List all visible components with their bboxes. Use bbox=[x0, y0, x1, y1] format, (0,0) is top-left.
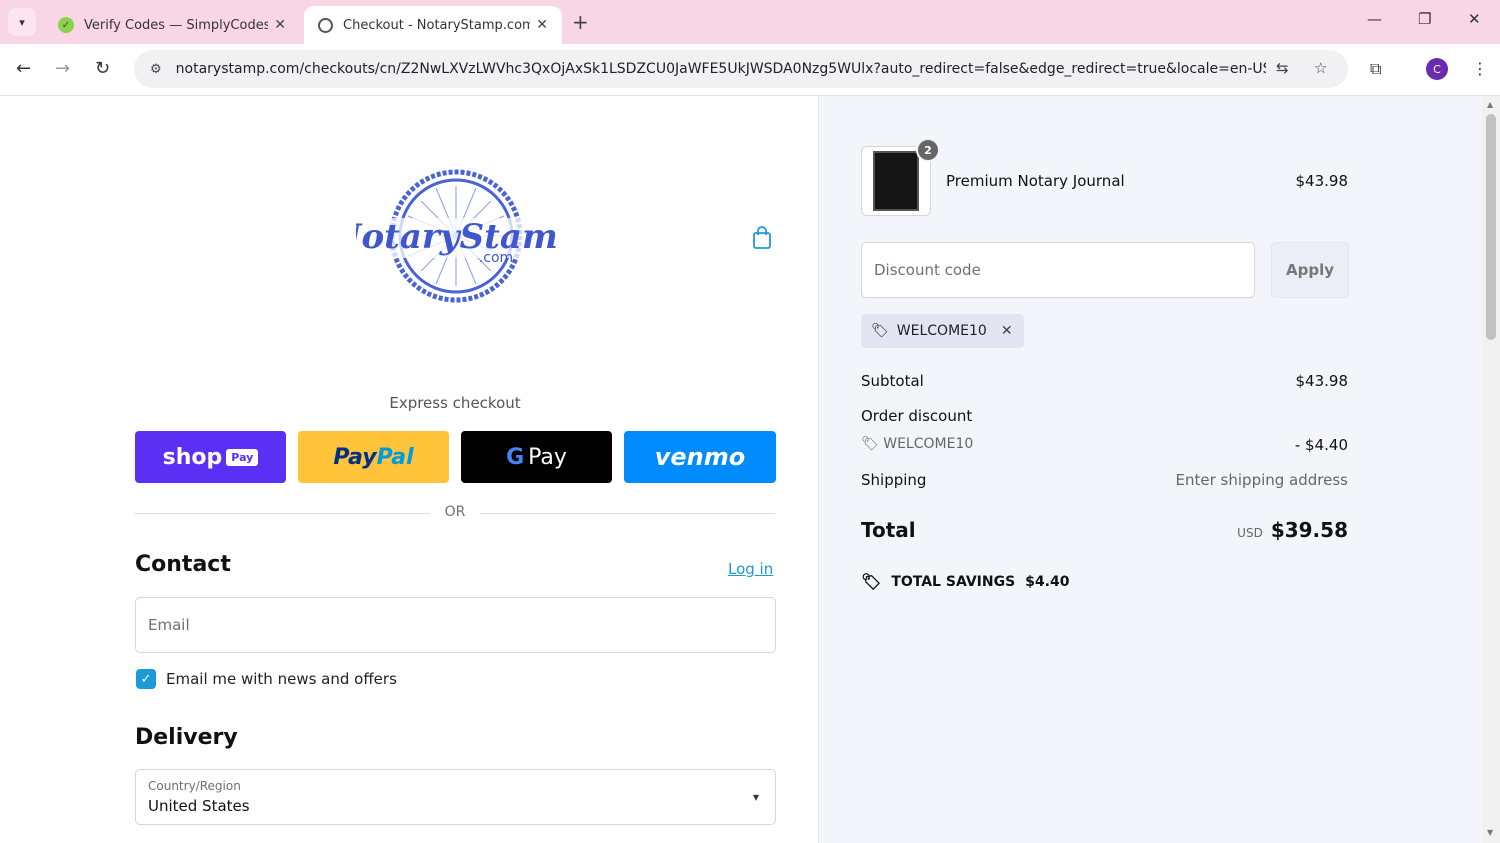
extensions-icon[interactable]: ⧉ bbox=[1370, 59, 1381, 79]
order-summary: 2 Premium Notary Journal $43.98 Discount… bbox=[818, 96, 1482, 843]
applied-discount-chip: 🏷 WELCOME10 ✕ bbox=[861, 314, 1024, 348]
translate-icon[interactable]: ⇆ bbox=[1276, 59, 1289, 77]
scroll-up-icon[interactable]: ▲ bbox=[1487, 100, 1493, 109]
email-placeholder: Email bbox=[148, 616, 190, 634]
total-amount: $39.58 bbox=[1270, 518, 1348, 542]
new-tab-button[interactable]: + bbox=[572, 10, 589, 34]
close-window-button[interactable]: ✕ bbox=[1468, 10, 1481, 28]
simplycodes-favicon-icon: ✓ bbox=[58, 17, 74, 33]
newsletter-label: Email me with news and offers bbox=[166, 670, 397, 688]
shop-pay-button[interactable]: shop Pay bbox=[135, 431, 286, 483]
country-label: Country/Region bbox=[148, 779, 241, 793]
address-bar[interactable]: ⚙ notarystamp.com/checkouts/cn/Z2NwLXVzL… bbox=[134, 50, 1348, 88]
tab-search-button[interactable]: ▾ bbox=[8, 8, 36, 36]
tab-simplycodes[interactable]: ✓ Verify Codes — SimplyCodes ✕ bbox=[44, 6, 300, 44]
email-field[interactable]: Email bbox=[135, 597, 776, 653]
paypal-wordmark-b: Pal bbox=[376, 444, 414, 470]
tab-bar: ▾ ✓ Verify Codes — SimplyCodes ✕ Checkou… bbox=[0, 0, 1500, 44]
scrollbar[interactable]: ▲ ▼ bbox=[1482, 96, 1500, 843]
currency-code: USD bbox=[1237, 526, 1263, 540]
shop-pay-wordmark: shop bbox=[162, 444, 223, 470]
subtotal-label: Subtotal bbox=[861, 372, 924, 390]
country-select[interactable]: Country/Region United States ▾ bbox=[135, 769, 776, 825]
venmo-button[interactable]: venmo bbox=[624, 431, 776, 483]
minimize-button[interactable]: — bbox=[1367, 10, 1382, 28]
total-value: USD $39.58 bbox=[1237, 518, 1348, 542]
close-icon[interactable]: ✕ bbox=[274, 17, 286, 33]
newsletter-row: ✓ Email me with news and offers bbox=[136, 669, 397, 689]
notarystamp-logo[interactable]: NotaryStamp .com bbox=[356, 166, 556, 306]
remove-discount-icon[interactable]: ✕ bbox=[1001, 323, 1013, 339]
shopping-bag-icon[interactable] bbox=[752, 226, 772, 250]
chevron-down-icon: ▾ bbox=[752, 790, 759, 804]
google-g-icon: G bbox=[506, 444, 525, 470]
tab-title: Checkout - NotaryStamp.com bbox=[343, 17, 531, 33]
browser-toolbar: ← → ↻ ⚙ notarystamp.com/checkouts/cn/Z2N… bbox=[0, 44, 1500, 96]
contact-heading: Contact bbox=[135, 552, 231, 577]
menu-icon[interactable]: ⋮ bbox=[1472, 59, 1488, 78]
reload-button[interactable]: ↻ bbox=[95, 58, 110, 79]
site-settings-icon[interactable]: ⚙ bbox=[150, 62, 162, 77]
venmo-wordmark: venmo bbox=[654, 443, 746, 471]
paypal-button[interactable]: Pay Pal bbox=[298, 431, 449, 483]
globe-icon bbox=[318, 17, 333, 33]
forward-button[interactable]: → bbox=[55, 58, 70, 79]
star-icon[interactable]: ☆ bbox=[1314, 59, 1327, 77]
back-button[interactable]: ← bbox=[16, 58, 31, 79]
discount-code-text: WELCOME10 bbox=[883, 436, 974, 452]
quantity-badge: 2 bbox=[916, 138, 940, 162]
total-savings: 🏷 TOTAL SAVINGS $4.40 bbox=[861, 572, 1069, 591]
tag-icon: 🏷 bbox=[871, 323, 889, 339]
or-divider-text: OR bbox=[430, 504, 480, 520]
savings-label: TOTAL SAVINGS bbox=[891, 573, 1016, 590]
shop-pay-badge: Pay bbox=[226, 448, 259, 466]
scrollbar-thumb[interactable] bbox=[1486, 114, 1496, 340]
tag-icon: 🏷 bbox=[861, 436, 879, 452]
google-pay-button[interactable]: G Pay bbox=[461, 431, 612, 483]
subtotal-value: $43.98 bbox=[1295, 372, 1349, 390]
order-discount-label: Order discount bbox=[861, 407, 973, 425]
applied-code: WELCOME10 bbox=[896, 323, 987, 339]
discount-code-row: 🏷 WELCOME10 bbox=[861, 436, 973, 452]
apply-button[interactable]: Apply bbox=[1271, 242, 1349, 298]
svg-text:.com: .com bbox=[479, 250, 513, 266]
restore-button[interactable]: ❐ bbox=[1418, 10, 1431, 28]
checkout-main: NotaryStamp .com Express checkout shop P… bbox=[0, 96, 818, 843]
close-icon[interactable]: ✕ bbox=[536, 17, 548, 33]
product-price: $43.98 bbox=[1295, 172, 1349, 190]
tab-title: Verify Codes — SimplyCodes bbox=[84, 17, 269, 33]
notary-journal-image bbox=[873, 151, 919, 211]
shipping-label: Shipping bbox=[861, 471, 927, 489]
newsletter-checkbox[interactable]: ✓ bbox=[136, 669, 156, 689]
discount-placeholder: Discount code bbox=[874, 261, 981, 279]
delivery-heading: Delivery bbox=[135, 725, 238, 750]
product-name: Premium Notary Journal bbox=[946, 172, 1125, 190]
tag-icon: 🏷 bbox=[861, 572, 882, 591]
total-label: Total bbox=[861, 518, 916, 542]
discount-amount: - $4.40 bbox=[1294, 436, 1348, 454]
tab-checkout[interactable]: Checkout - NotaryStamp.com ✕ bbox=[304, 6, 562, 44]
svg-text:NotaryStamp: NotaryStamp bbox=[356, 217, 556, 257]
discount-code-input[interactable]: Discount code bbox=[861, 242, 1255, 298]
shipping-value: Enter shipping address bbox=[1175, 471, 1348, 489]
country-value: United States bbox=[148, 797, 250, 815]
url-text: notarystamp.com/checkouts/cn/Z2NwLXVzLWV… bbox=[175, 61, 1266, 77]
chevron-down-icon: ▾ bbox=[19, 15, 25, 29]
express-checkout-label: Express checkout bbox=[389, 394, 521, 412]
avatar[interactable]: C bbox=[1426, 58, 1448, 80]
scroll-down-icon[interactable]: ▼ bbox=[1487, 828, 1493, 837]
savings-amount: $4.40 bbox=[1025, 573, 1070, 590]
login-link[interactable]: Log in bbox=[728, 560, 773, 578]
google-pay-wordmark: Pay bbox=[528, 444, 567, 470]
paypal-wordmark-a: Pay bbox=[333, 444, 377, 470]
